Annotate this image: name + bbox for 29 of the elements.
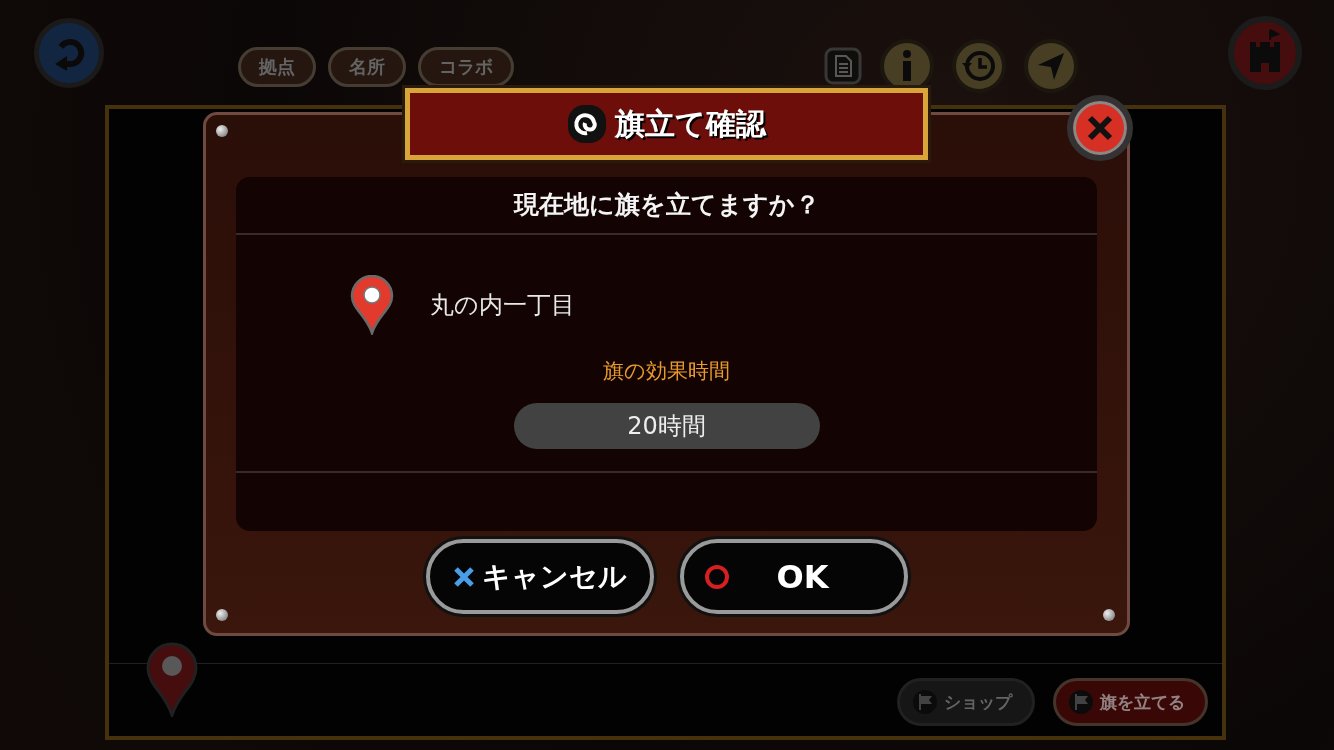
button-label: キャンセル [482,558,627,595]
duration-label: 旗の効果時間 [603,358,730,385]
rivet-icon [216,125,228,137]
rivet-icon [216,609,228,621]
panel-button[interactable]: 旗を立てる [1053,678,1208,726]
cross-icon [452,564,476,589]
button-label: ショップ [944,690,1012,714]
castle-icon[interactable] [1228,15,1302,90]
close-icon [1085,113,1115,143]
dialog-button[interactable]: OK [679,539,908,614]
map-pin-icon [350,275,394,335]
swirl-icon [567,104,607,144]
dialog-title: 旗立て確認 [615,104,766,143]
history-clock-icon[interactable] [952,38,1006,93]
flag-icon [912,689,938,715]
duration-value: 20時間 [513,403,820,449]
category-tab[interactable]: コラボ [418,46,514,87]
circle-icon [703,563,730,590]
button-label: 旗を立てる [1100,690,1185,714]
location-name: 丸の内一丁目 [430,290,575,321]
flag-icon [1068,689,1094,715]
category-tab[interactable]: 名所 [328,46,406,87]
panel-button[interactable]: ショップ [897,678,1035,726]
document-icon[interactable] [824,46,862,85]
button-label: OK [775,557,830,596]
dialog-button[interactable]: キャンセル [425,539,654,614]
category-tab[interactable]: 拠点 [238,46,316,87]
question-text: 現在地に旗を立てますか？ [236,177,1097,235]
rivet-icon [1103,609,1115,621]
